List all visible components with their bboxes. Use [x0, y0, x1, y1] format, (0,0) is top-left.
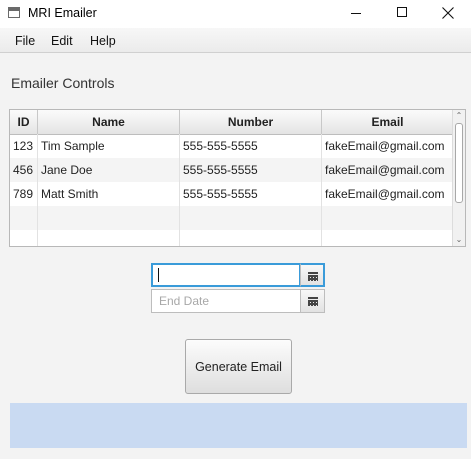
table-header: ID Name Number Email — [10, 110, 454, 135]
cell-number: 555-555-5555 — [180, 134, 322, 158]
menu-bar: File Edit Help — [0, 28, 471, 53]
cell-id: 456 — [10, 158, 38, 182]
scroll-down-icon[interactable]: ⌄ — [455, 236, 463, 244]
cell-email: fakeEmail@gmail.com — [322, 158, 454, 182]
cell-number — [180, 206, 322, 230]
section-title: Emailer Controls — [11, 75, 115, 91]
cell-number: 555-555-5555 — [180, 182, 322, 206]
cell-id — [10, 230, 38, 246]
end-date-input[interactable] — [151, 289, 301, 313]
column-header-id[interactable]: ID — [10, 110, 38, 134]
cell-email: fakeEmail@gmail.com — [322, 134, 454, 158]
calendar-icon — [308, 297, 318, 306]
cell-id: 789 — [10, 182, 38, 206]
start-date-calendar-button[interactable] — [300, 263, 325, 287]
calendar-icon — [308, 272, 318, 281]
end-date-calendar-button[interactable] — [300, 289, 325, 313]
column-header-name[interactable]: Name — [38, 110, 180, 134]
menu-edit[interactable]: Edit — [51, 34, 73, 48]
cell-email: fakeEmail@gmail.com — [322, 182, 454, 206]
column-header-number[interactable]: Number — [180, 110, 322, 134]
cell-name — [38, 206, 180, 230]
start-date-input[interactable] — [151, 263, 301, 287]
end-date-picker — [151, 289, 325, 313]
window-title: MRI Emailer — [28, 6, 97, 20]
cell-name: Jane Doe — [38, 158, 180, 182]
cell-number — [180, 230, 322, 246]
close-icon[interactable] — [425, 0, 471, 28]
cell-name: Matt Smith — [38, 182, 180, 206]
table-row[interactable]: 123 Tim Sample 555-555-5555 fakeEmail@gm… — [10, 134, 454, 158]
generate-email-button[interactable]: Generate Email — [185, 339, 292, 394]
table-scrollbar[interactable]: ⌃ ⌄ — [452, 110, 465, 246]
table-row[interactable]: 456 Jane Doe 555-555-5555 fakeEmail@gmai… — [10, 158, 454, 182]
menu-help[interactable]: Help — [90, 34, 116, 48]
table-row-empty[interactable] — [10, 230, 454, 246]
cell-email — [322, 206, 454, 230]
cell-id — [10, 206, 38, 230]
maximize-icon[interactable] — [379, 0, 425, 28]
scroll-up-icon[interactable]: ⌃ — [455, 112, 463, 120]
contacts-table[interactable]: ID Name Number Email 123 Tim Sample 555-… — [9, 109, 466, 247]
cell-id: 123 — [10, 134, 38, 158]
table-row[interactable]: 789 Matt Smith 555-555-5555 fakeEmail@gm… — [10, 182, 454, 206]
text-caret — [158, 268, 159, 282]
status-bar — [10, 403, 467, 448]
cell-name: Tim Sample — [38, 134, 180, 158]
app-window-icon — [8, 7, 20, 18]
table-row-empty[interactable] — [10, 206, 454, 230]
minimize-icon[interactable] — [333, 0, 379, 28]
column-header-email[interactable]: Email — [322, 110, 454, 134]
cell-name — [38, 230, 180, 246]
cell-email — [322, 230, 454, 246]
cell-number: 555-555-5555 — [180, 158, 322, 182]
title-bar: MRI Emailer — [0, 0, 471, 28]
start-date-picker — [151, 263, 325, 287]
scrollbar-thumb[interactable] — [455, 123, 463, 203]
menu-file[interactable]: File — [15, 34, 35, 48]
